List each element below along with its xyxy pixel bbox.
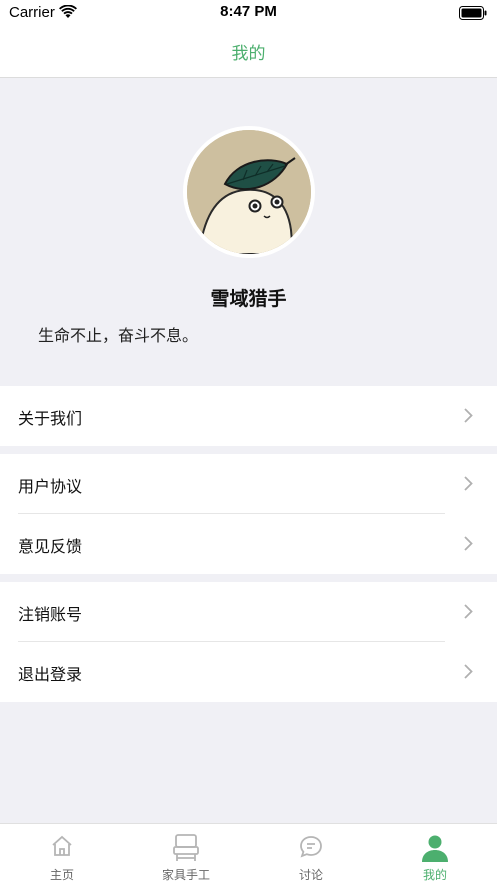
menu-item-about-us[interactable]: 关于我们 xyxy=(0,386,497,446)
tab-label: 主页 xyxy=(49,868,74,882)
tab-home[interactable]: 主页 xyxy=(0,824,124,883)
chevron-right-icon xyxy=(464,536,473,555)
tab-label: 我的 xyxy=(422,868,447,882)
menu-group-agreement: 用户协议 意见反馈 xyxy=(0,454,497,574)
tab-bar: 主页 家具手工 讨论 我的 xyxy=(0,823,497,883)
chat-icon xyxy=(298,834,324,864)
menu-group-about: 关于我们 xyxy=(0,386,497,446)
battery-icon xyxy=(459,5,487,24)
menu-item-logout[interactable]: 退出登录 xyxy=(0,642,497,702)
menu-item-label: 注销账号 xyxy=(18,605,83,624)
person-icon xyxy=(421,834,449,866)
username: 雪域猎手 xyxy=(210,288,287,310)
furniture-icon xyxy=(173,834,199,866)
menu-item-label: 意见反馈 xyxy=(18,537,83,556)
navigation-bar: 我的 xyxy=(0,26,497,78)
tab-discussion[interactable]: 讨论 xyxy=(249,824,373,883)
menu-item-label: 关于我们 xyxy=(18,409,83,428)
page-title: 我的 xyxy=(231,44,266,64)
avatar-illustration xyxy=(187,130,311,254)
profile-section: 雪域猎手 生命不止，奋斗不息。 xyxy=(0,78,497,386)
chevron-right-icon xyxy=(464,408,473,427)
tab-mine[interactable]: 我的 xyxy=(373,824,497,883)
chevron-right-icon xyxy=(464,664,473,683)
tab-furniture-craft[interactable]: 家具手工 xyxy=(124,824,248,883)
chevron-right-icon xyxy=(464,476,473,495)
menu-item-label: 退出登录 xyxy=(18,665,83,684)
menu-item-user-agreement[interactable]: 用户协议 xyxy=(0,454,497,514)
avatar[interactable] xyxy=(183,126,315,258)
clock: 8:47 PM xyxy=(220,3,277,20)
home-icon xyxy=(50,834,74,862)
tab-label: 讨论 xyxy=(298,868,323,882)
chevron-right-icon xyxy=(464,604,473,623)
tab-label: 家具手工 xyxy=(161,868,210,882)
menu-group-account: 注销账号 退出登录 xyxy=(0,582,497,702)
menu-item-delete-account[interactable]: 注销账号 xyxy=(0,582,497,642)
status-bar: Carrier 8:47 PM xyxy=(0,0,497,26)
menu-item-feedback[interactable]: 意见反馈 xyxy=(0,514,497,574)
user-bio: 生命不止，奋斗不息。 xyxy=(38,326,199,345)
menu-item-label: 用户协议 xyxy=(18,477,83,496)
